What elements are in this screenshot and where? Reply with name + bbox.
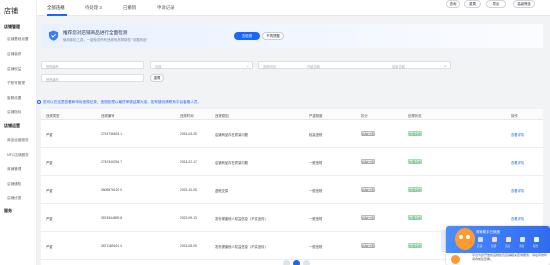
sidebar-group-services[interactable]: 服务	[4, 208, 12, 214]
date-range-picker[interactable]: 违规时间 开始日期 结束日期 ▭	[258, 61, 451, 69]
status-badge: 处理完成	[408, 243, 422, 248]
shield-icon	[48, 30, 59, 41]
sidebar-item-discounts[interactable]: 店铺优惠	[7, 196, 21, 201]
sidebar-item-rights[interactable]: 店铺权益	[7, 67, 21, 72]
status-badge: 处理完成	[408, 215, 422, 220]
dismiss-reminder-button[interactable]: 不再提醒	[262, 32, 284, 40]
page-2-button[interactable]	[303, 260, 310, 265]
col-reason: 违规原因	[215, 113, 229, 118]
status-badge: 处理完成	[408, 159, 422, 164]
col-id: 违规编号	[101, 113, 115, 118]
sidebar-item-metrics[interactable]: 店铺指标	[7, 110, 21, 115]
export-button[interactable]: 导出	[486, 0, 506, 8]
assistant-header: 商家助手已就绪 店铺 营销 活动 消息 服务	[446, 226, 550, 253]
score-button[interactable]: 扣除分值	[361, 187, 375, 192]
tab-all-violations[interactable]: 全部违规	[47, 5, 65, 11]
secondary-violation-id-input[interactable]: 违规编号	[41, 74, 144, 82]
shop-icon[interactable]	[478, 237, 483, 242]
violation-type-select[interactable]: 全部 ⌄	[150, 61, 253, 69]
sidebar-item-product-ops[interactable]: 商品运营服务	[7, 138, 29, 143]
coupon-icon[interactable]	[492, 237, 497, 242]
sidebar-item-shop-management[interactable]: 商铺管理	[7, 167, 21, 172]
inspection-banner: 推荐您对店铺商品进行全面检测 使用体检工具，一键检查所有违规商品帮助您 “问题商…	[41, 24, 543, 48]
notice-text: 您可以在这里查看和申诉违规记录，违规处理以最终审核结果为准，如有疑问请联系平台客…	[43, 100, 202, 104]
assistant-widget: 商家助手已就绪 店铺 营销 活动 消息 服务 平台为您开放的违规处罚店铺相关查询…	[441, 226, 550, 265]
assistant-tip: 平台为您开放的违规处罚店铺相关查询服务，请在有效时间内前往查看。	[446, 253, 550, 265]
col-type: 违规类型	[46, 113, 60, 118]
tab-revoked[interactable]: 已撤销	[123, 5, 136, 11]
sidebar-item-notifications[interactable]: 店铺通知	[7, 182, 21, 187]
sidebar-item-basic-settings[interactable]: 店铺基础设置	[7, 37, 29, 42]
secondary-reset-button[interactable]: 重置	[150, 74, 164, 82]
status-badge: 处理完成	[408, 187, 422, 192]
violation-id-input[interactable]: 违规编号	[41, 61, 144, 69]
table-row: 严重 2742340254 7 2024-02-17 店铺商品存在质量问题 一般…	[41, 148, 543, 176]
sidebar-item-customer-service[interactable]: 客服设置	[7, 96, 21, 101]
col-time: 违规时间	[180, 113, 194, 118]
info-icon	[37, 100, 41, 104]
view-details-link[interactable]: 查看详情	[511, 188, 524, 193]
page-prev-button[interactable]	[283, 260, 290, 265]
search-button[interactable]: 查询	[446, 0, 460, 8]
col-score: 扣分	[361, 113, 368, 118]
sidebar-item-nfc[interactable]: NFC店铺服务	[7, 153, 29, 158]
active-tab-indicator	[47, 14, 67, 16]
advanced-filter-button[interactable]: 高级筛选	[513, 0, 535, 8]
sidebar-item-decoration[interactable]: 店铺装修	[7, 52, 21, 57]
table-row: 严重 3605576120 0 2023-10-05 虚假交易 一般违规 扣除分…	[41, 176, 543, 204]
view-details-link[interactable]: 查看详情	[511, 216, 524, 221]
view-details-link[interactable]: 查看详情	[511, 132, 524, 137]
calendar-icon: ▭	[443, 63, 447, 68]
banner-subtitle: 使用体检工具，一键检查所有违规商品帮助您 “问题商品”	[63, 38, 148, 42]
sidebar-title: 店铺	[4, 8, 18, 15]
col-level: 严重程度	[309, 113, 323, 118]
page-1-button[interactable]	[293, 260, 300, 265]
status-badge: 处理完成	[408, 131, 422, 136]
table-row: 严重 2743736618 1 2024-03-29 店铺商品存在质量问题 较高…	[41, 120, 543, 148]
pagination	[283, 260, 323, 265]
assistant-tip-text: 平台为您开放的违规处罚店铺相关查询服务，请在有效时间内前往查看。	[472, 253, 548, 261]
tab-appeals[interactable]: 申诉记录	[157, 5, 175, 11]
assistant-card[interactable]: 商家助手已就绪 店铺 营销 活动 消息 服务 平台为您开放的违规处罚店铺相关查询…	[446, 226, 550, 265]
score-button[interactable]: 扣除分值	[361, 215, 375, 220]
service-icon[interactable]	[534, 237, 539, 242]
col-status: 处理状态	[408, 113, 422, 118]
table-header: 违规类型 违规编号 违规时间 违规原因 严重程度 扣分 处理状态 操作	[41, 109, 543, 120]
col-action: 操作	[511, 113, 518, 118]
gift-icon[interactable]	[506, 237, 511, 242]
sidebar-group-store-operations[interactable]: 店铺运营	[4, 123, 20, 129]
score-button[interactable]: 扣除分值	[361, 159, 375, 164]
reset-button[interactable]: 重置	[464, 0, 481, 8]
assistant-title: 商家助手已就绪	[476, 230, 500, 234]
banner-title: 推荐您对店铺商品进行全面检测	[63, 30, 128, 35]
chat-icon[interactable]	[520, 237, 525, 242]
assistant-dot-icon	[451, 255, 460, 264]
score-button[interactable]: 扣除分值	[361, 131, 375, 136]
sidebar-group-store-management[interactable]: 店铺管理	[4, 24, 20, 30]
start-inspection-button[interactable]: 去检测	[234, 32, 260, 40]
mascot-avatar	[455, 228, 475, 250]
sidebar-item-subaccounts[interactable]: 子账号管理	[7, 81, 25, 86]
chevron-down-icon: ⌄	[246, 63, 249, 68]
tab-pending[interactable]: 待处理 3	[85, 5, 102, 11]
view-details-link[interactable]: 查看详情	[511, 160, 524, 165]
score-button[interactable]: 扣除分值	[361, 243, 375, 248]
sidebar: 店铺 店铺管理 店铺基础设置 店铺装修 店铺权益 子账号管理 客服设置 店铺指标…	[0, 0, 37, 265]
